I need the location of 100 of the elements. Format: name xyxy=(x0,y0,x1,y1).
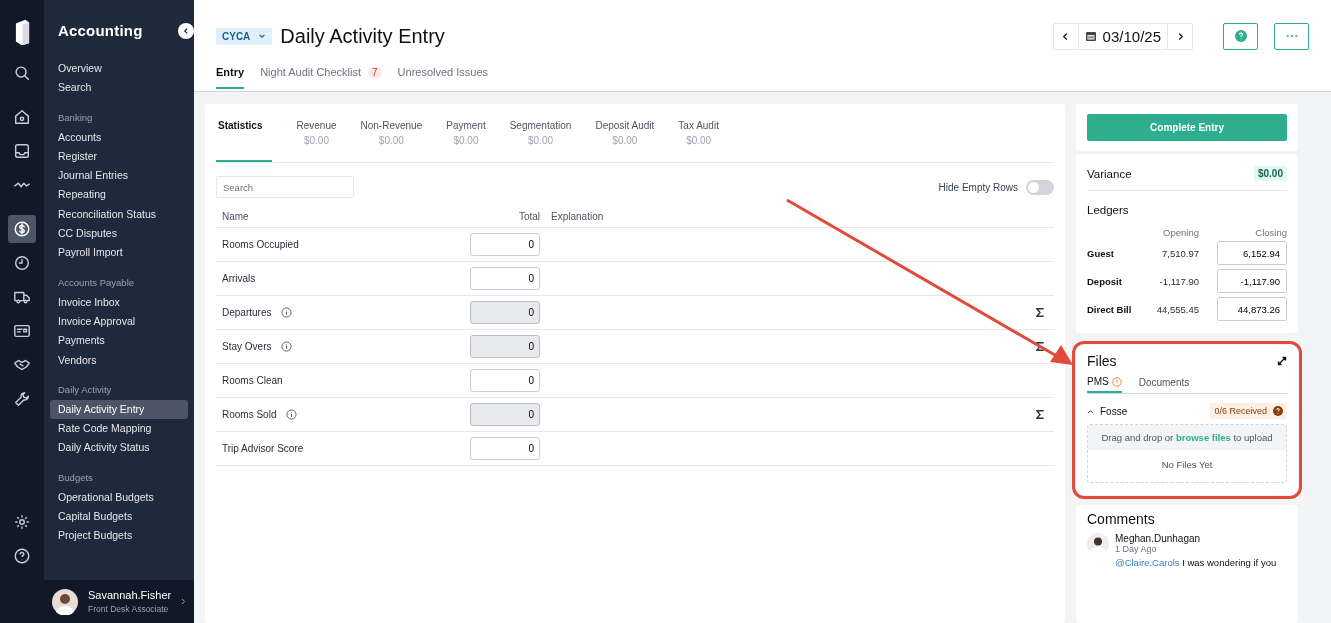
count-badge: 7 xyxy=(368,66,382,78)
mention-link[interactable]: @Claire.Carols xyxy=(1115,557,1180,568)
property-dropdown[interactable]: CYCA xyxy=(216,27,273,45)
total-field[interactable]: 0 xyxy=(470,437,540,460)
opening-balance: 44,555.45 xyxy=(1155,303,1199,315)
nav-item[interactable]: Payments xyxy=(50,331,188,351)
nav-item[interactable]: Overview xyxy=(50,59,188,79)
info-icon[interactable] xyxy=(286,409,298,420)
section-tab[interactable]: Segmentation $0.00 xyxy=(509,104,572,162)
nav-section-heading: Budgets xyxy=(57,471,94,483)
section-tab[interactable]: Payment $0.00 xyxy=(446,104,486,162)
column-header: Opening xyxy=(1162,227,1199,238)
status-badge: 0/6 Received xyxy=(1210,403,1287,419)
nav-item[interactable]: Register xyxy=(50,146,188,167)
total-field[interactable]: 0 xyxy=(470,233,540,256)
section-tab[interactable]: Deposit Audit $0.00 xyxy=(595,104,655,162)
tab[interactable]: Unresolved Issues xyxy=(397,64,489,89)
opening-balance: -1,117.90 xyxy=(1158,275,1199,287)
nav-item[interactable]: Daily Activity Entry xyxy=(50,399,188,420)
section-tab[interactable]: Non-Revenue $0.00 xyxy=(360,104,423,162)
chevron-left-icon xyxy=(1062,31,1070,41)
nav-item[interactable]: Accounts xyxy=(50,127,188,147)
logo-icon xyxy=(13,18,31,46)
more-button[interactable] xyxy=(1274,22,1309,50)
drop-zone[interactable]: Drag and drop or browse files to upload No Files Yet xyxy=(1087,424,1287,483)
warning-icon xyxy=(1111,376,1122,387)
comment-author: Meghan.Dunhagan xyxy=(1115,533,1202,544)
chevron-left-icon xyxy=(182,27,190,35)
chevron-down-icon xyxy=(258,32,267,40)
sum-icon xyxy=(1036,308,1044,317)
chevron-right-icon[interactable] xyxy=(181,596,186,607)
info-icon[interactable] xyxy=(281,307,293,318)
nav-item[interactable]: Invoice Approval xyxy=(50,311,188,332)
info-icon[interactable] xyxy=(281,341,293,352)
total-field[interactable]: 0 xyxy=(470,369,540,392)
nav-item[interactable]: Repeating xyxy=(50,185,188,205)
tab[interactable]: Entry xyxy=(216,64,245,89)
nav-item[interactable]: Project Budgets xyxy=(50,526,188,546)
sum-icon xyxy=(1036,410,1044,419)
help-icon xyxy=(1234,30,1247,42)
section-tab[interactable]: Revenue $0.00 xyxy=(296,104,337,162)
calendar-icon xyxy=(1084,30,1097,42)
comment-text: @Claire.Carols I was wondering if you xyxy=(1115,557,1277,568)
nav-item[interactable]: Capital Budgets xyxy=(50,507,188,527)
help-button[interactable] xyxy=(1223,22,1258,50)
tab[interactable]: Night Audit Checklist 7 xyxy=(260,64,382,89)
group-toggle[interactable]: Fosse xyxy=(1087,405,1128,417)
section-tab[interactable]: Statistics xyxy=(216,104,273,162)
nav-item[interactable]: Daily Activity Status xyxy=(50,438,188,458)
files-tab[interactable]: Documents xyxy=(1138,376,1190,393)
nav-item[interactable]: Payroll Import xyxy=(50,243,188,263)
total-field[interactable]: 0 xyxy=(470,267,540,290)
section-tab[interactable]: Tax Audit $0.00 xyxy=(678,104,719,162)
total-field[interactable]: 0 xyxy=(470,403,540,426)
page-title: Daily Activity Entry xyxy=(280,24,445,48)
avatar-icon xyxy=(52,588,78,615)
dollar-icon[interactable] xyxy=(8,215,36,243)
total-field[interactable]: 0 xyxy=(470,335,540,358)
comment-time: 1 Day Ago xyxy=(1115,544,1158,554)
search-field[interactable]: Search xyxy=(216,176,354,198)
closing-balance-field[interactable]: 6,152.94 xyxy=(1217,241,1287,265)
row-label: Arrivals xyxy=(222,273,256,284)
nav-section-heading: Banking xyxy=(57,111,94,123)
nav-item[interactable]: Invoice Inbox xyxy=(50,292,188,312)
chevron-right-icon xyxy=(1176,31,1184,41)
nav-item[interactable]: Journal Entries xyxy=(50,166,188,186)
files-tab[interactable]: PMS xyxy=(1087,376,1122,393)
ledger-name: Direct Bill xyxy=(1087,303,1133,315)
toggle-switch[interactable] xyxy=(1026,179,1054,195)
toggle-label: Hide Empty Rows xyxy=(938,181,1018,193)
ledgers-title: Ledgers xyxy=(1087,204,1130,216)
expand-icon[interactable] xyxy=(1277,356,1287,366)
comments-title: Comments xyxy=(1087,511,1156,527)
nav-item[interactable]: CC Disputes xyxy=(50,224,188,244)
nav-item[interactable]: Vendors xyxy=(50,350,188,370)
closing-balance-field[interactable]: -1,117.90 xyxy=(1217,269,1287,293)
app-title: Accounting xyxy=(58,21,144,41)
row-label: Stay Overs xyxy=(222,341,272,352)
nav-item[interactable]: Search xyxy=(50,78,188,98)
ledger-name: Guest xyxy=(1087,247,1115,259)
closing-balance-field[interactable]: 44,873.26 xyxy=(1217,297,1287,321)
row-label: Rooms Clean xyxy=(222,375,283,386)
collapse-button[interactable] xyxy=(178,23,194,39)
avatar-icon xyxy=(1087,533,1109,555)
nav-item[interactable]: Operational Budgets xyxy=(50,487,188,508)
nav-section-heading: Daily Activity xyxy=(57,383,113,395)
empty-message: No Files Yet xyxy=(1161,459,1213,470)
date-picker[interactable]: 03/10/25 xyxy=(1077,23,1168,49)
total-field[interactable]: 0 xyxy=(470,301,540,324)
ledger-name: Deposit xyxy=(1087,275,1123,287)
column-header: Name xyxy=(221,210,250,222)
opening-balance: 7,510.97 xyxy=(1161,247,1199,259)
user-role: Front Desk Associate xyxy=(88,604,170,614)
nav-item[interactable]: Reconciliation Status xyxy=(50,204,188,225)
more-icon xyxy=(1285,34,1298,38)
sum-icon xyxy=(1036,342,1044,351)
variance-label: Variance xyxy=(1087,167,1132,180)
nav-item[interactable]: Rate Code Mapping xyxy=(50,419,188,439)
caret-icon xyxy=(1087,408,1094,414)
files-title: Files xyxy=(1087,353,1117,369)
